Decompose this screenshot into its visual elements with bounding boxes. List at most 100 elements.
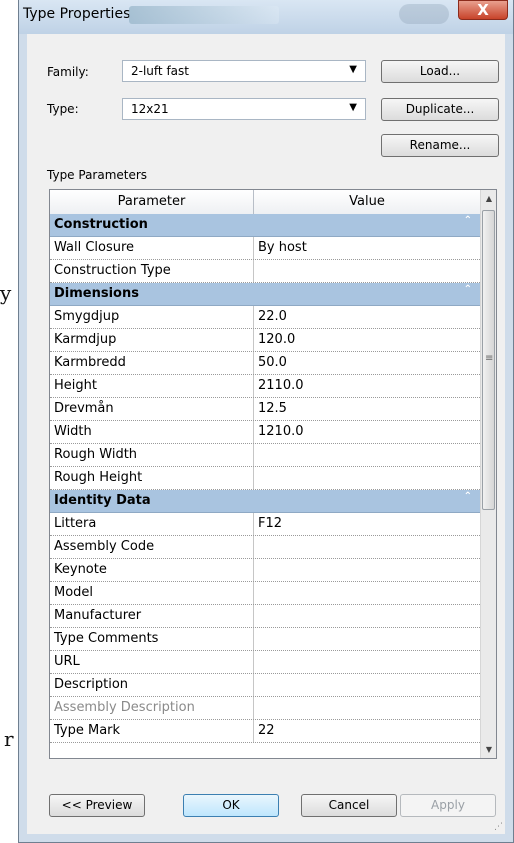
cell-divider xyxy=(253,605,254,627)
window-title: Type Properties xyxy=(23,6,131,22)
parameter-value[interactable]: 50.0 xyxy=(258,355,287,370)
table-row[interactable]: URL xyxy=(50,651,480,674)
parameter-value[interactable]: 1210.0 xyxy=(258,424,304,439)
column-header-value[interactable]: Value xyxy=(254,190,480,214)
cell-divider xyxy=(253,398,254,420)
cell-divider xyxy=(253,329,254,351)
scrollbar-thumb[interactable]: ≡ xyxy=(482,210,495,510)
table-row[interactable]: Rough Width xyxy=(50,444,480,467)
scroll-down-icon[interactable]: ▼ xyxy=(481,741,496,758)
parameter-name: Smygdjup xyxy=(54,309,120,324)
table-row[interactable]: Height 2110.0 xyxy=(50,375,480,398)
close-button[interactable]: X xyxy=(458,0,508,20)
table-row[interactable]: Karmbredd 50.0 xyxy=(50,352,480,375)
parameter-value[interactable]: 12.5 xyxy=(258,401,287,416)
parameter-name: Construction Type xyxy=(54,263,171,278)
close-icon: X xyxy=(477,1,489,19)
table-row[interactable]: Description xyxy=(50,674,480,697)
table-row[interactable]: Littera F12 xyxy=(50,513,480,536)
cell-divider xyxy=(253,628,254,650)
cell-divider xyxy=(253,444,254,466)
group-header[interactable]: Dimensions ⌃ xyxy=(50,283,480,306)
column-header-parameter[interactable]: Parameter xyxy=(50,190,253,214)
type-value: 12x21 xyxy=(131,102,169,116)
duplicate-button[interactable]: Duplicate... xyxy=(381,98,499,121)
table-row[interactable]: Manufacturer xyxy=(50,605,480,628)
group-header[interactable]: Construction ⌃ xyxy=(50,214,480,237)
family-dropdown[interactable]: 2-luft fast ▼ xyxy=(122,60,366,82)
parameter-value[interactable]: 2110.0 xyxy=(258,378,304,393)
cell-divider xyxy=(253,536,254,558)
table-row[interactable]: Assembly Code xyxy=(50,536,480,559)
group-label: Dimensions xyxy=(54,286,139,301)
background-window-blur xyxy=(129,6,279,24)
parameter-value[interactable]: 22 xyxy=(258,723,275,738)
cell-divider xyxy=(253,651,254,673)
table-row[interactable]: Smygdjup 22.0 xyxy=(50,306,480,329)
cancel-button[interactable]: Cancel xyxy=(301,794,397,817)
parameter-value[interactable]: F12 xyxy=(258,516,282,531)
table-row[interactable]: Type Mark 22 xyxy=(50,720,480,743)
type-dropdown[interactable]: 12x21 ▼ xyxy=(122,98,366,120)
cell-divider xyxy=(253,720,254,742)
family-value: 2-luft fast xyxy=(131,64,189,78)
parameter-name: Rough Width xyxy=(54,447,138,462)
cell-divider xyxy=(253,559,254,581)
parameter-name: Model xyxy=(54,585,94,600)
parameter-name: Assembly Code xyxy=(54,539,155,554)
chevron-down-icon: ▼ xyxy=(349,64,357,75)
parameter-name: Karmdjup xyxy=(54,332,117,347)
cell-divider xyxy=(253,467,254,489)
preview-button[interactable]: << Preview xyxy=(49,794,145,817)
group-header[interactable]: Identity Data ⌃ xyxy=(50,490,480,513)
ok-button[interactable]: OK xyxy=(183,794,279,817)
table-row[interactable]: Construction Type xyxy=(50,260,480,283)
type-properties-dialog: Type Properties X Family: 2-luft fast ▼ … xyxy=(18,0,514,843)
title-bar[interactable]: Type Properties X xyxy=(19,0,513,34)
table-row[interactable]: Assembly Description xyxy=(50,697,480,720)
cell-divider xyxy=(253,697,254,719)
parameter-name: Keynote xyxy=(54,562,107,577)
family-label: Family: xyxy=(47,65,89,79)
table-row[interactable]: Rough Height xyxy=(50,467,480,490)
cell-divider xyxy=(253,375,254,397)
chevron-double-up-icon[interactable]: ⌃ xyxy=(464,284,472,295)
chevron-double-up-icon[interactable]: ⌃ xyxy=(464,491,472,502)
parameter-value[interactable]: 120.0 xyxy=(258,332,295,347)
parameter-name: Type Mark xyxy=(54,723,121,738)
parameter-value[interactable]: 22.0 xyxy=(258,309,287,324)
grip-icon: ≡ xyxy=(485,353,494,364)
table-row[interactable]: Keynote xyxy=(50,559,480,582)
parameter-name: Assembly Description xyxy=(54,700,195,715)
rename-button[interactable]: Rename... xyxy=(381,134,499,157)
background-text-y: y xyxy=(0,281,12,305)
parameter-name: Littera xyxy=(54,516,97,531)
table-row[interactable]: Drevmån 12.5 xyxy=(50,398,480,421)
parameter-value[interactable]: By host xyxy=(258,240,307,255)
load-button[interactable]: Load... xyxy=(381,60,499,83)
chevron-down-icon: ▼ xyxy=(349,102,357,113)
group-label: Construction xyxy=(54,217,148,232)
type-parameters-label: Type Parameters xyxy=(47,168,148,182)
vertical-scrollbar[interactable]: ▲ ≡ ▼ xyxy=(480,190,496,758)
cell-divider xyxy=(253,306,254,328)
grid-header: Parameter Value xyxy=(50,190,480,215)
parameter-name: Height xyxy=(54,378,97,393)
resize-grip-icon[interactable]: ⋰ xyxy=(494,822,503,832)
type-parameters-grid: Parameter Value Construction ⌃ Wall Closur… xyxy=(49,189,497,759)
cell-divider xyxy=(253,421,254,443)
parameter-name: Rough Height xyxy=(54,470,143,485)
cell-divider xyxy=(253,352,254,374)
table-row[interactable]: Wall Closure By host xyxy=(50,237,480,260)
scroll-up-icon[interactable]: ▲ xyxy=(481,190,496,207)
table-row[interactable]: Type Comments xyxy=(50,628,480,651)
background-text-r: r xyxy=(4,727,14,751)
parameter-name: Karmbredd xyxy=(54,355,126,370)
apply-button: Apply xyxy=(400,794,496,817)
chevron-double-up-icon[interactable]: ⌃ xyxy=(464,215,472,226)
table-row[interactable]: Karmdjup 120.0 xyxy=(50,329,480,352)
table-row[interactable]: Width 1210.0 xyxy=(50,421,480,444)
parameter-name: Description xyxy=(54,677,129,692)
table-row[interactable]: Model xyxy=(50,582,480,605)
parameter-name: Wall Closure xyxy=(54,240,135,255)
